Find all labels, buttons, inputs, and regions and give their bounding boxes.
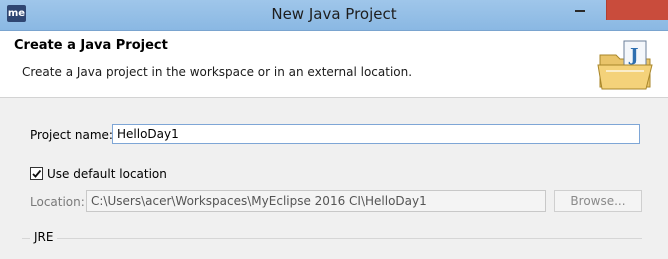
minimize-button[interactable]: [566, 0, 594, 20]
checkmark-icon: [32, 169, 42, 178]
project-name-input[interactable]: HelloDay1: [112, 124, 640, 144]
wizard-page-description: Create a Java project in the workspace o…: [22, 65, 413, 79]
svg-text:J: J: [628, 45, 639, 66]
project-name-label: Project name:: [30, 128, 113, 142]
wizard-page-title: Create a Java Project: [14, 38, 168, 53]
wizard-banner: Create a Java Project Create a Java proj…: [0, 31, 668, 98]
browse-button[interactable]: Browse...: [554, 190, 642, 212]
java-project-folder-icon: J: [597, 40, 653, 90]
location-label: Location:: [30, 195, 85, 209]
use-default-location-label: Use default location: [47, 167, 167, 181]
jre-group-border: [22, 238, 642, 259]
location-input[interactable]: C:\Users\acer\Workspaces\MyEclipse 2016 …: [86, 190, 546, 212]
close-button[interactable]: [606, 0, 668, 20]
use-default-location-checkbox[interactable]: [30, 167, 43, 180]
window-titlebar[interactable]: me New Java Project: [0, 0, 668, 31]
jre-group-label: JRE: [30, 230, 58, 244]
